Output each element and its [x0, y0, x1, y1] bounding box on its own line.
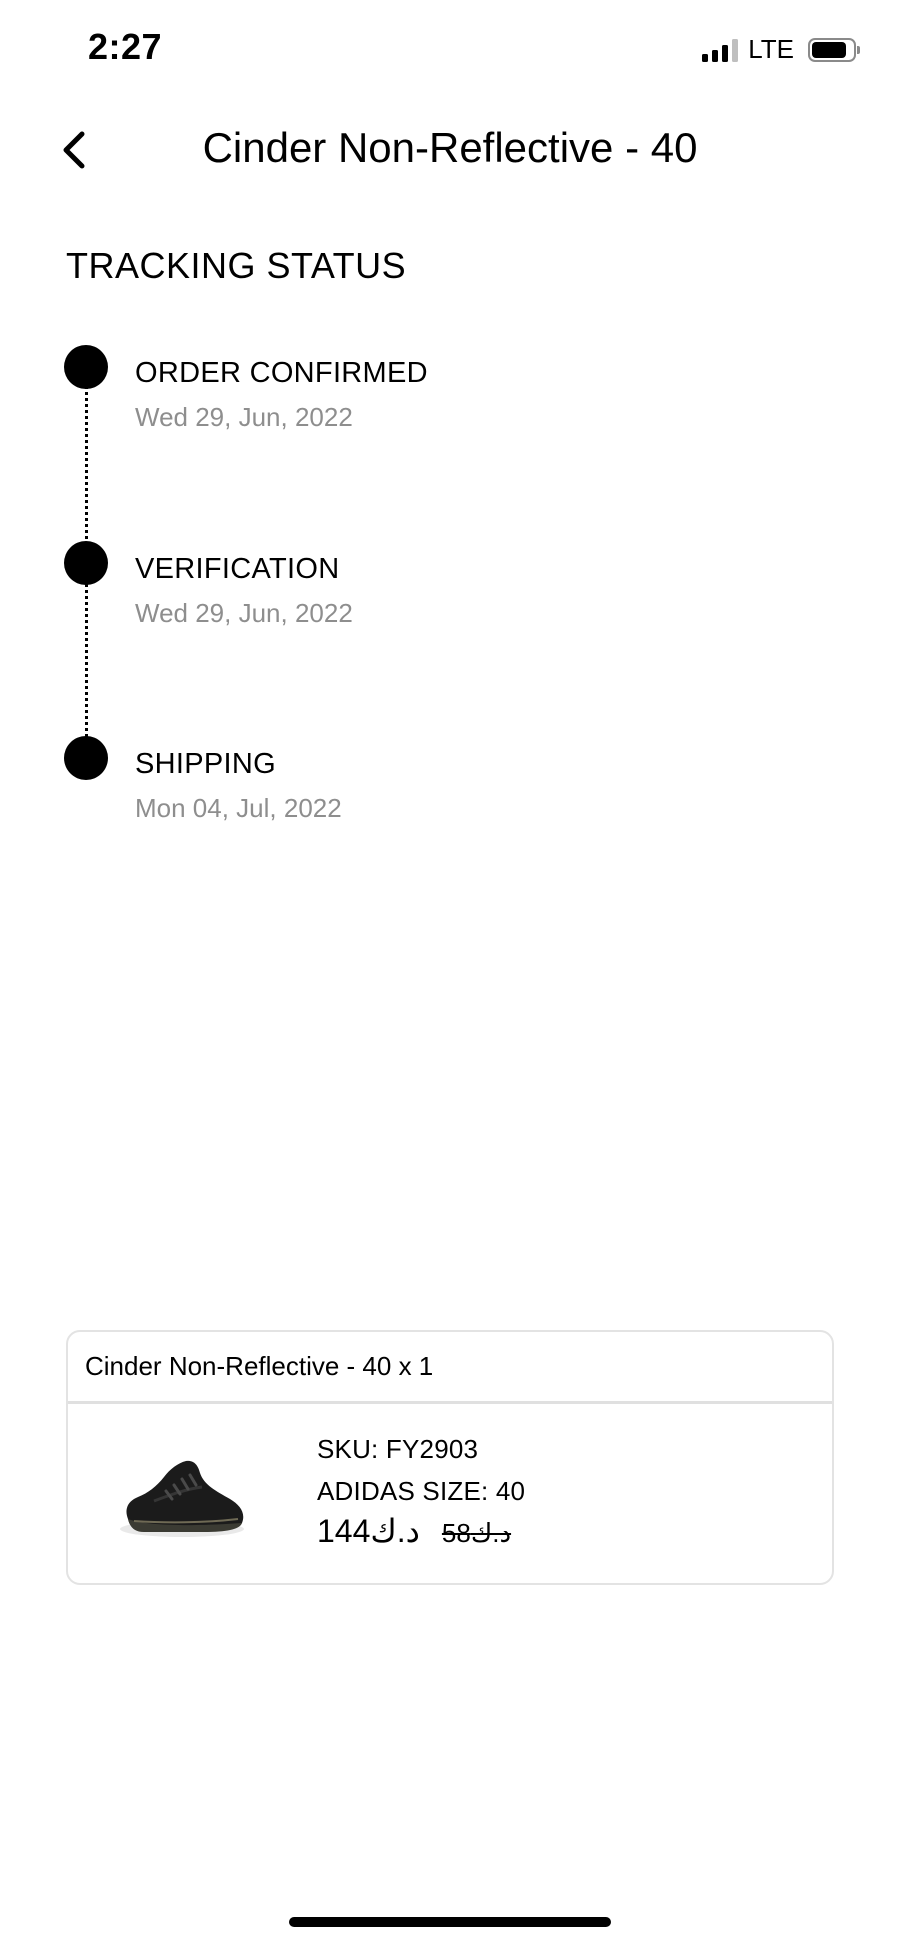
status-indicators: LTE [702, 34, 860, 65]
product-details: SKU: FY2903 ADIDAS SIZE: 40 144د.ك 58د.ك [317, 1428, 525, 1550]
price-row: 144د.ك 58د.ك [317, 1512, 525, 1550]
order-item-body: SKU: FY2903 ADIDAS SIZE: 40 144د.ك 58د.ك [68, 1404, 832, 1584]
status-bar: 2:27 LTE [0, 0, 900, 100]
step-date: Mon 04, Jul, 2022 [135, 793, 342, 823]
status-time: 2:27 [88, 26, 163, 67]
order-item-header: Cinder Non-Reflective - 40 x 1 [68, 1332, 832, 1404]
timeline-step-verification: VERIFICATION Wed 29, Jun, 2022 [64, 541, 844, 651]
timeline-dot-icon [64, 541, 108, 585]
sneaker-image [114, 1439, 254, 1549]
step-title: ORDER CONFIRMED [135, 357, 428, 389]
step-title: VERIFICATION [135, 553, 340, 585]
home-indicator[interactable] [289, 1917, 611, 1927]
timeline-dot-icon [64, 736, 108, 780]
timeline-step-order-confirmed: ORDER CONFIRMED Wed 29, Jun, 2022 [64, 345, 844, 455]
timeline-dot-icon [64, 345, 108, 389]
order-item-card[interactable]: Cinder Non-Reflective - 40 x 1 SKU: FY29… [66, 1330, 834, 1585]
product-sku: SKU: FY2903 [317, 1434, 479, 1464]
timeline-step-shipping: SHIPPING Mon 04, Jul, 2022 [64, 736, 844, 846]
page-title: Cinder Non-Reflective - 40 [202, 124, 698, 171]
step-date: Wed 29, Jun, 2022 [135, 402, 353, 432]
price-current: 144د.ك [317, 1513, 420, 1549]
tracking-status-title: TRACKING STATUS [66, 245, 407, 286]
step-title: SHIPPING [135, 748, 276, 780]
battery-icon [808, 37, 860, 62]
navigation-header: Cinder Non-Reflective - 40 [0, 110, 900, 190]
network-type-label: LTE [748, 34, 794, 64]
product-size: ADIDAS SIZE: 40 [317, 1476, 526, 1506]
step-date: Wed 29, Jun, 2022 [135, 598, 353, 628]
cellular-signal-icon [702, 38, 739, 62]
price-original: 58د.ك [441, 1518, 512, 1548]
